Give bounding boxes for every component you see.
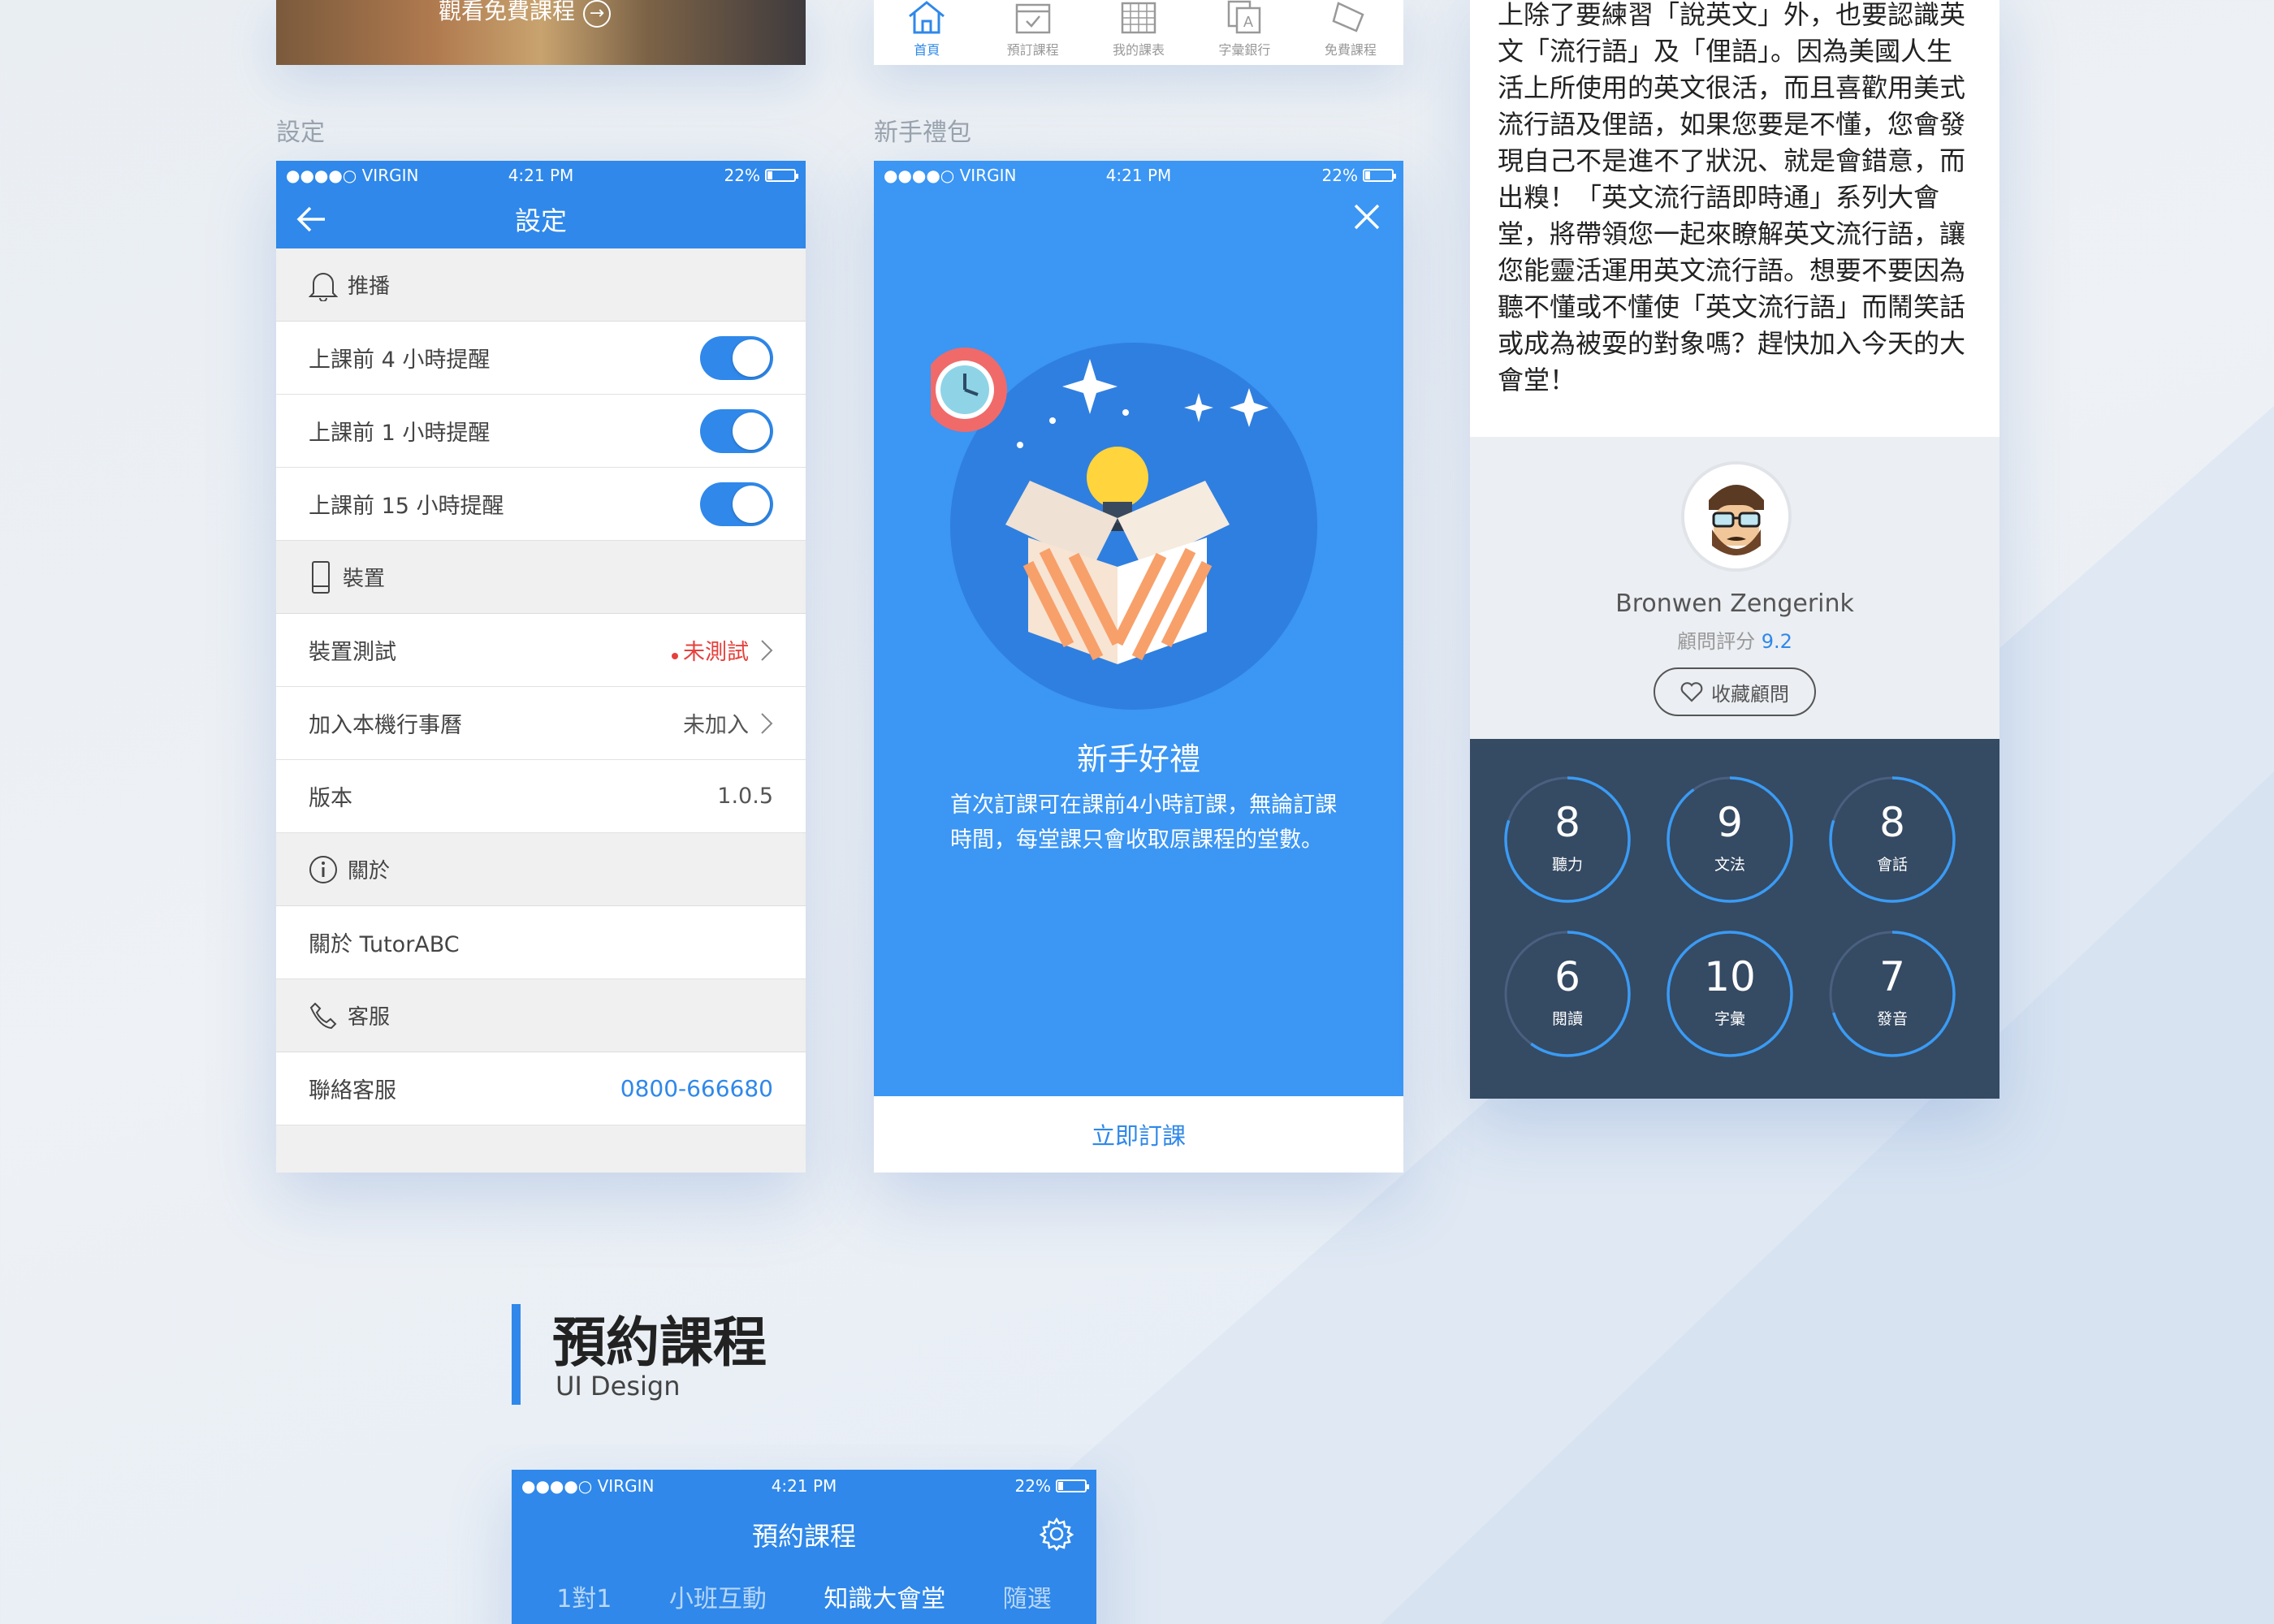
skill-ring: 9 文法 [1665, 775, 1795, 905]
consultant-name: Bronwen Zengerink [1615, 590, 1854, 618]
push-row-4h: 上課前 4 小時提醒 [276, 322, 806, 395]
skill-label: 文法 [1714, 856, 1745, 874]
page-title: 預約課程 [751, 1521, 856, 1552]
push-row-1h: 上課前 1 小時提醒 [276, 395, 806, 468]
toggle-switch[interactable] [700, 335, 773, 380]
about-row[interactable]: 關於 TutorABC [276, 906, 806, 979]
info-icon [309, 855, 337, 883]
battery-icon [765, 169, 798, 182]
skill-score: 10 [1704, 953, 1756, 1000]
group-about: 關於 [276, 833, 806, 906]
skill-ring: 6 閱讀 [1502, 929, 1632, 1059]
section-accent-bar [512, 1304, 521, 1405]
clock: 4:21 PM [508, 166, 574, 185]
skill-ring: 7 發音 [1827, 929, 1957, 1059]
home-icon [909, 1, 945, 34]
booking-tabs: 1對1 小班互動 知識大會堂 隨選 [512, 1567, 1096, 1614]
tab-one-on-one[interactable]: 1對1 [556, 1579, 612, 1614]
avatar [1681, 461, 1792, 572]
settings-screen: ●●●●○ VIRGIN 4:21 PM 22% 設定 推播 上課前 4 小時提… [276, 161, 806, 1173]
skill-label: 字彙 [1714, 1010, 1745, 1028]
battery-icon [1363, 169, 1396, 182]
version-row: 版本 1.0.5 [276, 760, 806, 833]
service-row[interactable]: 聯絡客服 0800-666680 [276, 1052, 806, 1125]
status-bar: ●●●●○ VIRGIN 4:21 PM 22% [512, 1470, 1096, 1502]
settings-section-label: 設定 [276, 119, 325, 147]
nav-bar: 預約課程 [512, 1502, 1096, 1567]
gift-box-illustration [931, 343, 1317, 710]
gift-section-label: 新手禮包 [874, 119, 971, 147]
promo-link[interactable]: 觀看免費課程 → [439, 0, 612, 28]
skill-ring: 10 字彙 [1665, 929, 1795, 1059]
gift-screen: ●●●●○ VIRGIN 4:21 PM 22% 新手好禮 首次訂課可在課前4小… [874, 161, 1403, 1173]
chevron-right-icon [761, 712, 773, 734]
skill-ratings: 8 聽力 9 文法 8 會話 6 閱讀 10 字彙 7 發音 [1470, 739, 1999, 1099]
skill-score: 9 [1717, 799, 1743, 846]
toggle-switch[interactable] [700, 482, 773, 526]
service-phone-link[interactable]: 0800-666680 [620, 1075, 773, 1102]
tab-vocab[interactable]: A 字彙銀行 [1191, 0, 1297, 65]
skill-score: 6 [1554, 953, 1580, 1000]
chevron-right-icon [761, 639, 773, 661]
nav-bar: 設定 [276, 190, 806, 248]
tab-lecture[interactable]: 知識大會堂 [824, 1579, 945, 1614]
group-push: 推播 [276, 248, 806, 322]
free-tag-icon [1332, 2, 1364, 32]
group-service: 客服 [276, 979, 806, 1052]
push-row-15h: 上課前 15 小時提醒 [276, 468, 806, 541]
arrow-right-icon: → [583, 0, 612, 28]
status-badge: 未測試 [672, 634, 773, 666]
section-subtitle: UI Design [556, 1371, 681, 1402]
group-device: 裝置 [276, 541, 806, 614]
skill-ring: 8 聽力 [1502, 775, 1632, 905]
tab-small-class[interactable]: 小班互動 [669, 1579, 767, 1614]
gift-description: 首次訂課可在課前4小時訂課，無論訂課時間，每堂課只會收取原課程的堂數。 [950, 793, 1338, 853]
status-bar: ●●●●○ VIRGIN 4:21 PM 22% [874, 161, 1403, 190]
battery-icon [1056, 1479, 1089, 1492]
skill-label: 聽力 [1551, 856, 1583, 874]
favorite-consultant-button[interactable]: 收藏顧問 [1654, 667, 1816, 716]
gear-icon[interactable] [1040, 1517, 1074, 1551]
back-arrow-icon[interactable] [296, 205, 328, 234]
promo-banner[interactable]: 觀看免費課程 → [276, 0, 806, 65]
skill-label: 會話 [1876, 856, 1908, 874]
consultant-rating: 顧問評分 9.2 [1677, 630, 1792, 653]
heart-icon [1680, 682, 1703, 702]
skill-score: 8 [1879, 799, 1905, 846]
svg-text:A: A [1243, 14, 1253, 30]
skill-score: 8 [1554, 799, 1580, 846]
tab-free[interactable]: 免費課程 [1298, 0, 1403, 65]
tab-bar: 首頁 預訂課程 我的課表 A 字彙銀行 免費課程 [874, 0, 1403, 65]
article-text: 上除了要練習「說英文」外，也要認識英文「流行語」及「俚語」。因為美國人生活上所使… [1498, 0, 1966, 395]
book-now-button[interactable]: 立即訂課 [874, 1096, 1403, 1173]
status-bar: ●●●●○ VIRGIN 4:21 PM 22% [276, 161, 806, 190]
consultant-screen: 上除了要練習「說英文」外，也要認識英文「流行語」及「俚語」。因為美國人生活上所使… [1470, 0, 1999, 1099]
device-test-row[interactable]: 裝置測試 未測試 [276, 614, 806, 687]
skill-ring: 8 會話 [1827, 775, 1957, 905]
skill-label: 閱讀 [1551, 1010, 1583, 1028]
calendar-icon [1015, 3, 1050, 34]
tab-home[interactable]: 首頁 [874, 0, 979, 65]
calendar-row[interactable]: 加入本機行事曆 未加入 [276, 687, 806, 760]
toggle-switch[interactable] [700, 408, 773, 453]
page-title: 設定 [514, 205, 567, 236]
tab-booking[interactable]: 預訂課程 [979, 0, 1085, 65]
booking-screen: ●●●●○ VIRGIN 4:21 PM 22% 預約課程 1對1 小班互動 知… [512, 1470, 1096, 1624]
phone-call-icon [309, 1002, 337, 1029]
tab-on-demand[interactable]: 隨選 [1003, 1579, 1052, 1614]
skill-label: 發音 [1876, 1010, 1908, 1028]
bell-icon [309, 272, 338, 301]
gift-title: 新手好禮 [1076, 741, 1200, 777]
close-icon[interactable] [1353, 203, 1381, 231]
vocab-icon: A [1228, 0, 1261, 34]
section-title: 預約課程 [552, 1311, 767, 1374]
consultant-profile: Bronwen Zengerink 顧問評分 9.2 收藏顧問 [1470, 437, 1999, 739]
phone-device-icon [312, 560, 330, 594]
skill-score: 7 [1879, 953, 1905, 1000]
schedule-icon [1121, 2, 1156, 34]
tab-schedule[interactable]: 我的課表 [1086, 0, 1191, 65]
